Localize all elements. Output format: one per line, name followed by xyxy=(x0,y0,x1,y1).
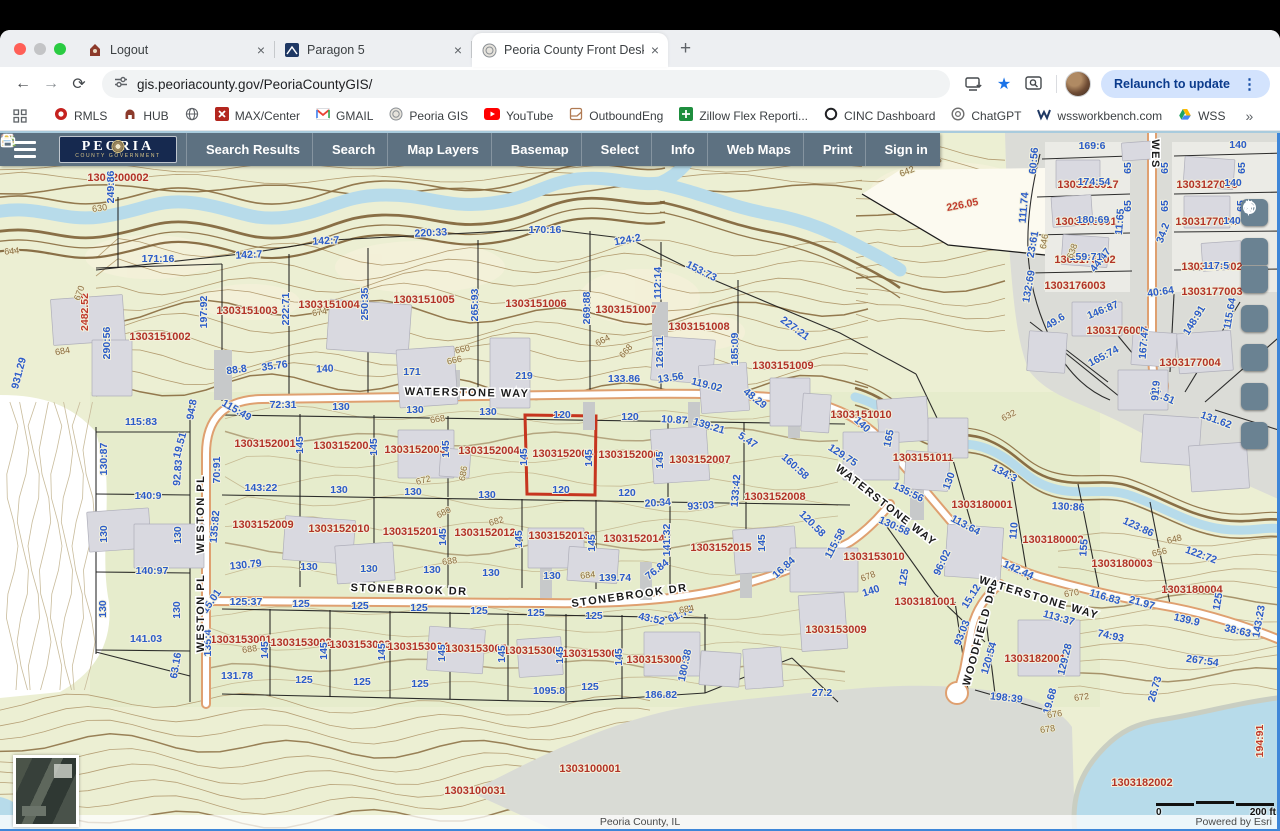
bookmark-wss[interactable]: WSS xyxy=(1170,108,1233,124)
bookmark-peoria-gis[interactable]: Peoria GIS xyxy=(381,107,476,124)
gis-app-area: 1304200002130315100213031510031303151004… xyxy=(0,131,1280,831)
compass-button[interactable] xyxy=(1241,344,1268,371)
wssw-icon xyxy=(1037,107,1051,124)
apps-grid-icon[interactable] xyxy=(13,105,27,127)
logout-favicon-icon xyxy=(87,42,103,58)
tab-title: Paragon 5 xyxy=(307,43,447,57)
close-tab-icon[interactable]: × xyxy=(651,43,659,57)
zoom-in-button[interactable] xyxy=(1241,238,1268,265)
new-tab-button[interactable]: + xyxy=(680,38,691,60)
web-maps-button[interactable]: Web Maps xyxy=(707,133,803,166)
zillow-icon xyxy=(679,107,693,124)
relaunch-to-update-button[interactable]: Relaunch to update ⋮ xyxy=(1101,70,1270,98)
bookmark-cinc-dashboard[interactable]: CINC Dashboard xyxy=(816,107,943,124)
tab-title: Peoria County Front Desk xyxy=(504,43,644,57)
tab-title: Logout xyxy=(110,43,250,57)
bookmark-globe[interactable] xyxy=(177,107,207,124)
gmail-icon xyxy=(316,108,330,123)
previous-extent-button[interactable] xyxy=(1241,383,1268,410)
bookmarks-bar: RMLSHUB MAX/CenterGMAILPeoria GISYouTubeO… xyxy=(0,101,1280,131)
peoria-icon xyxy=(389,107,403,124)
attribution-text: Peoria County, IL xyxy=(0,816,1280,828)
bookmark-hub[interactable]: HUB xyxy=(115,107,176,124)
back-button[interactable]: ← xyxy=(10,71,36,97)
logo-subtitle: COUNTY GOVERNMENT xyxy=(75,153,160,159)
tab-peoria-county-front-desk[interactable]: Peoria County Front Desk × xyxy=(472,33,668,67)
home-button[interactable] xyxy=(1241,305,1268,332)
outbound-icon xyxy=(569,107,583,124)
map-controls xyxy=(1241,199,1268,449)
reload-button[interactable]: ⟳ xyxy=(66,71,92,97)
save-install-icon[interactable] xyxy=(963,73,985,95)
gis-toolbar: PEORIA COUNTY GOVERNMENT Search ResultsS… xyxy=(0,133,940,166)
bookmark-max-center[interactable]: MAX/Center xyxy=(207,107,308,124)
bookmark-chatgpt[interactable]: ChatGPT xyxy=(943,107,1029,124)
paragon-favicon-icon xyxy=(284,42,300,58)
search-tabs-icon[interactable] xyxy=(1023,73,1045,95)
rmls-icon xyxy=(54,107,68,124)
hub-icon xyxy=(123,107,137,124)
browser-window: Logout × Paragon 5 × Peoria County Front… xyxy=(0,30,1280,831)
bookmark-wssworkbench-com[interactable]: wssworkbench.com xyxy=(1029,107,1170,124)
tab-logout[interactable]: Logout × xyxy=(78,33,274,67)
print-button[interactable]: Print xyxy=(803,133,865,166)
tab-paragon[interactable]: Paragon 5 × xyxy=(275,33,471,67)
url-text: gis.peoriacounty.gov/PeoriaCountyGIS/ xyxy=(137,77,372,92)
map-canvas[interactable]: 1304200002130315100213031510031303151004… xyxy=(0,133,1280,831)
search-results-button[interactable]: Search Results xyxy=(186,133,312,166)
globe-icon xyxy=(185,107,199,124)
bookmark-gmail[interactable]: GMAIL xyxy=(308,108,381,123)
county-seal-icon xyxy=(112,140,125,153)
next-extent-button[interactable] xyxy=(1241,422,1268,449)
close-tab-icon[interactable]: × xyxy=(454,43,462,57)
maximize-window-button[interactable] xyxy=(54,43,66,55)
profile-avatar[interactable] xyxy=(1065,71,1091,97)
chatgpt-icon xyxy=(951,107,965,124)
drive-icon xyxy=(1178,108,1192,124)
close-window-button[interactable] xyxy=(14,43,26,55)
bookmarks-overflow-chevron[interactable]: » xyxy=(1237,108,1261,124)
address-bar[interactable]: gis.peoriacounty.gov/PeoriaCountyGIS/ xyxy=(102,70,950,98)
site-info-icon[interactable] xyxy=(114,75,128,94)
sign-in-button[interactable]: Sign in xyxy=(865,133,940,166)
bookmark-rmls[interactable]: RMLS xyxy=(46,107,115,124)
bookmark-star-icon[interactable]: ★ xyxy=(993,73,1015,95)
close-tab-icon[interactable]: × xyxy=(257,43,265,57)
bookmark-zillow-flex-reporti-[interactable]: Zillow Flex Reporti... xyxy=(671,107,816,124)
window-controls[interactable] xyxy=(10,30,78,67)
minimize-window-button[interactable] xyxy=(34,43,46,55)
forward-button[interactable]: → xyxy=(38,71,64,97)
cinc-icon xyxy=(824,107,838,124)
address-bar-row: ← → ⟳ gis.peoriacounty.gov/PeoriaCountyG… xyxy=(0,67,1280,101)
relaunch-label: Relaunch to update xyxy=(1114,77,1230,91)
attribution-bar: Peoria County, IL Powered by Esri xyxy=(0,815,1280,829)
peoria-favicon-icon xyxy=(481,42,497,58)
divider xyxy=(1056,75,1057,93)
maxcenter-icon xyxy=(215,107,229,124)
peoria-county-logo: PEORIA COUNTY GOVERNMENT xyxy=(59,136,177,163)
info-button[interactable]: Info xyxy=(651,133,707,166)
overview-map[interactable] xyxy=(13,755,79,827)
powered-by-esri-text: Powered by Esri xyxy=(1196,816,1280,828)
select-button[interactable]: Select xyxy=(581,133,651,166)
search-button[interactable]: Search xyxy=(312,133,387,166)
bookmark-outboundeng[interactable]: OutboundEng xyxy=(561,107,671,124)
youtube-icon xyxy=(484,108,500,123)
basemap-button[interactable]: Basemap xyxy=(491,133,581,166)
zoom-out-button[interactable] xyxy=(1241,266,1268,293)
browser-menu-icon[interactable]: ⋮ xyxy=(1238,75,1257,93)
overview-map-image xyxy=(16,758,76,824)
map-layers-button[interactable]: Map Layers xyxy=(387,133,491,166)
bookmark-youtube[interactable]: YouTube xyxy=(476,108,561,123)
tab-strip: Logout × Paragon 5 × Peoria County Front… xyxy=(0,30,1280,67)
